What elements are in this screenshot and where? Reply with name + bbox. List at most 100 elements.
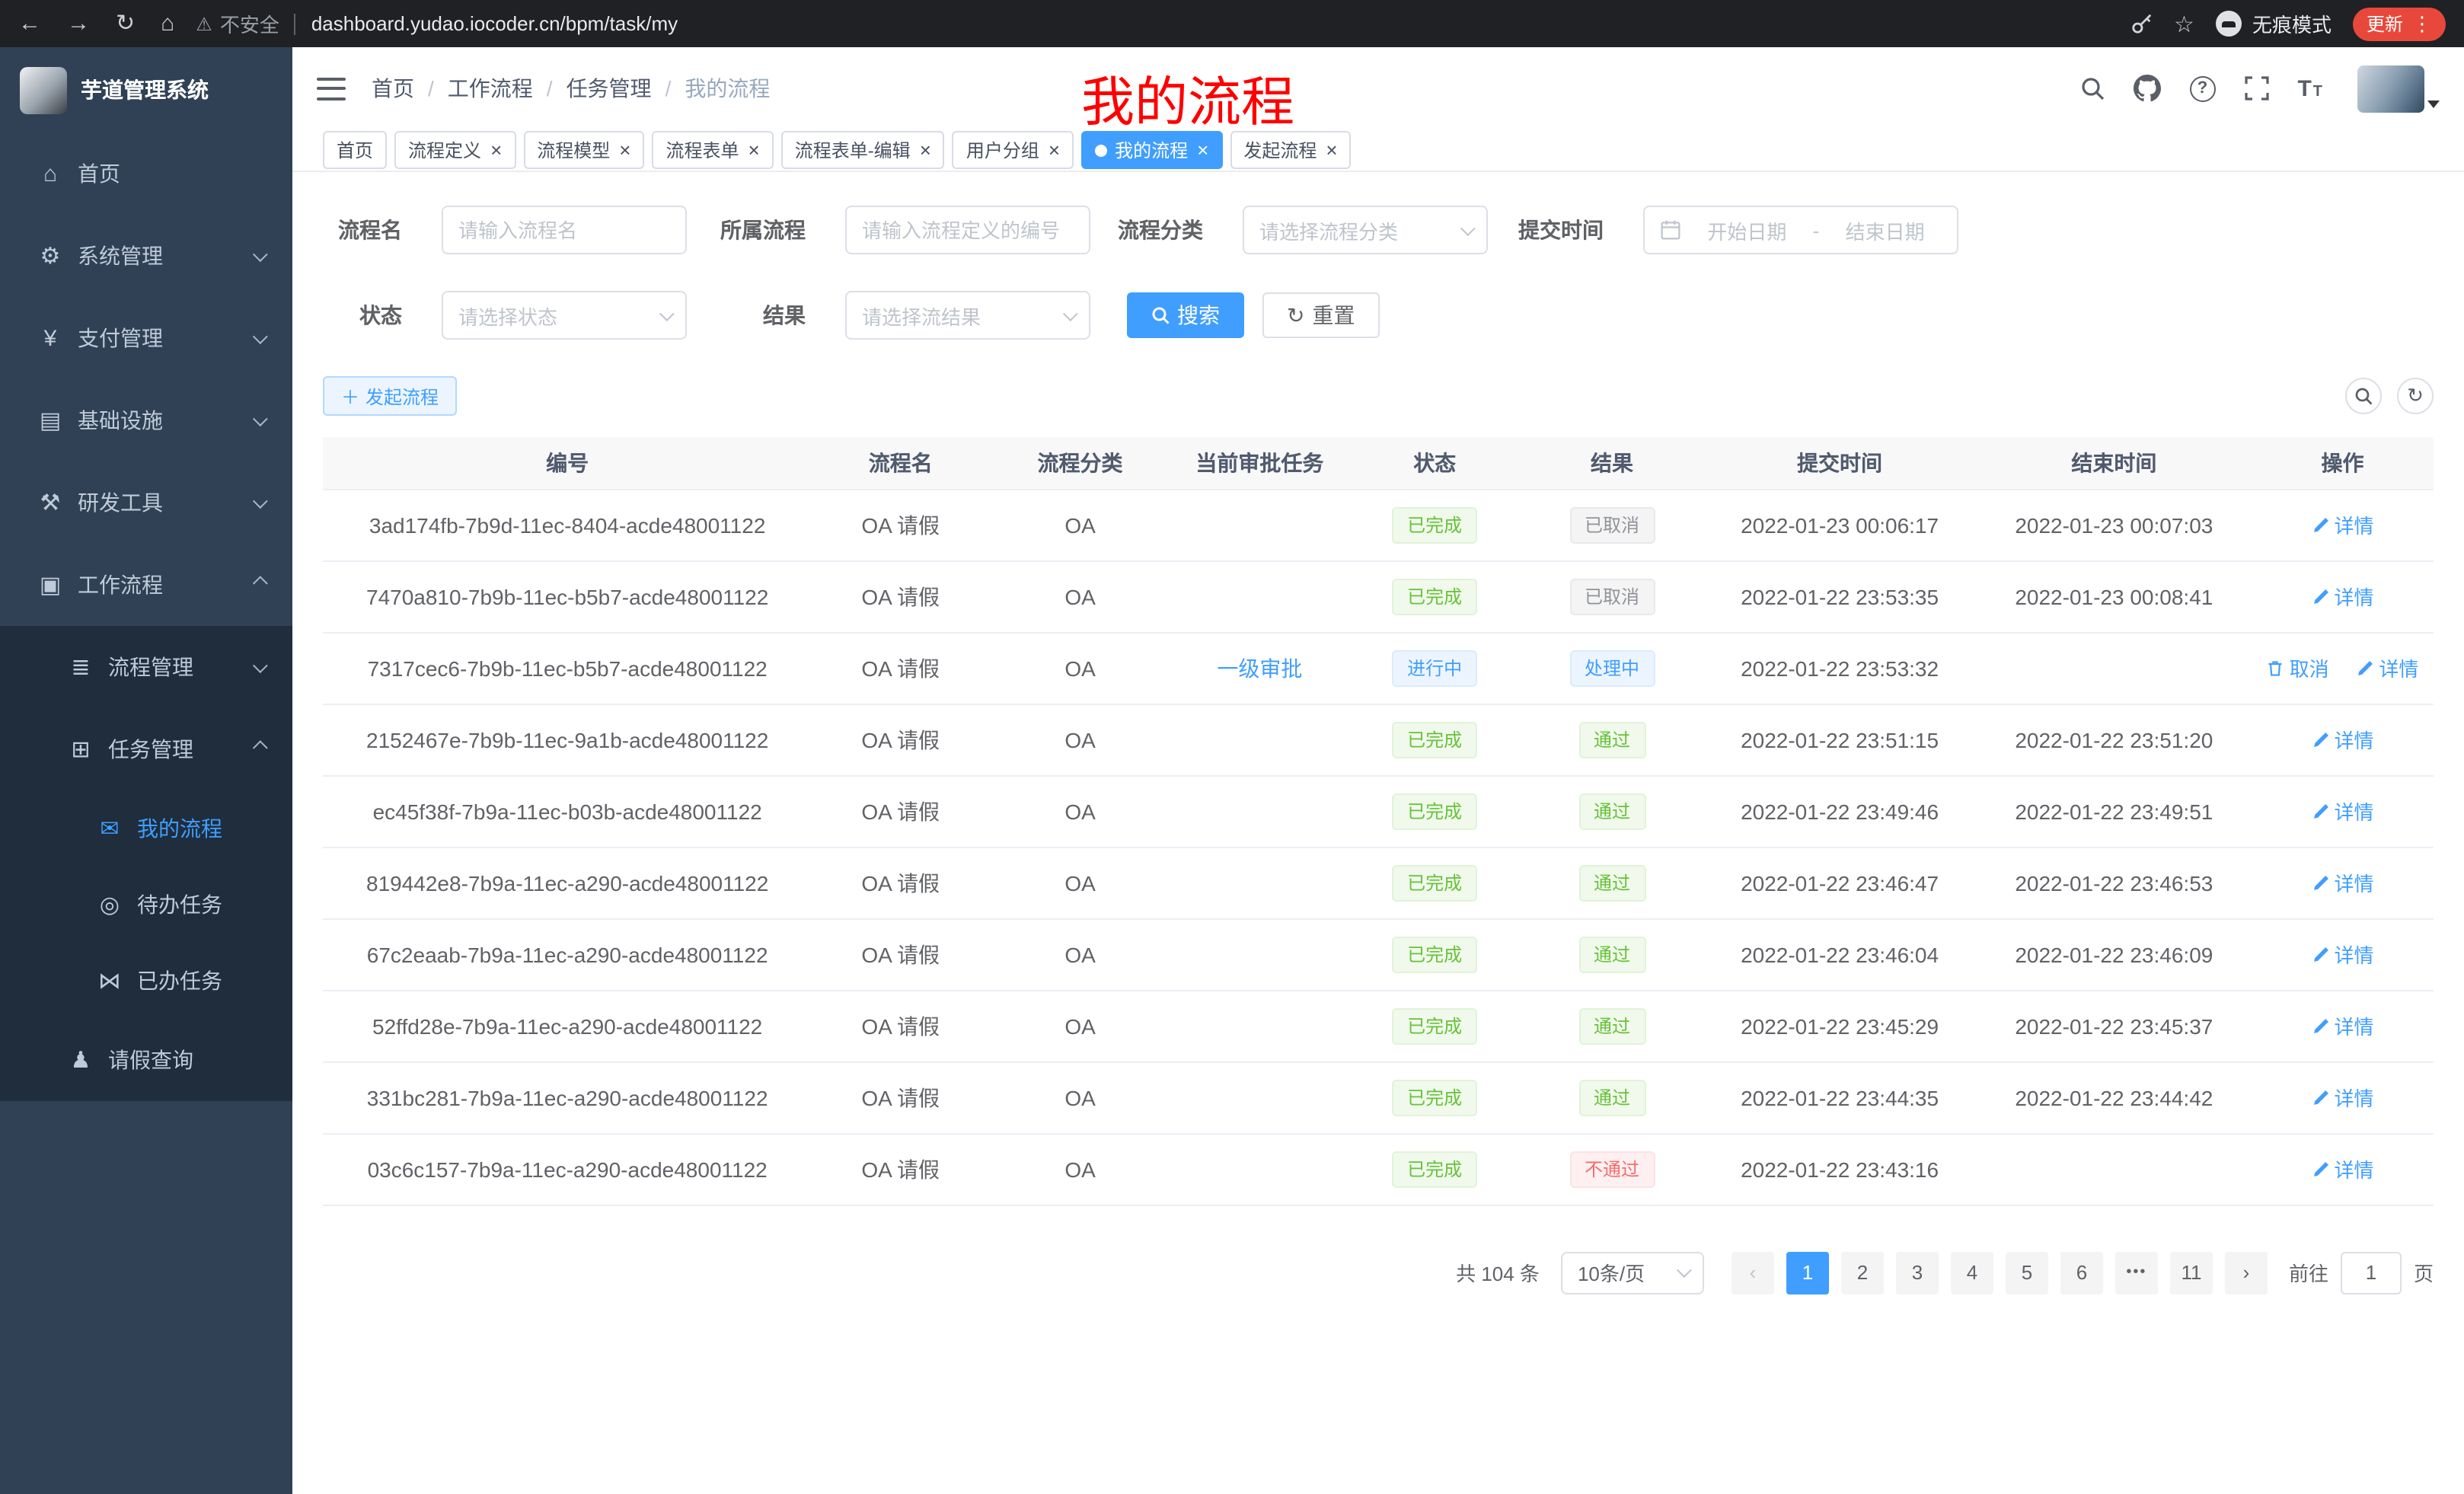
detail-link[interactable]: 详情 [2311, 1154, 2373, 1183]
page-size-select[interactable]: 10条/页 [1561, 1251, 1704, 1294]
sidebar-item[interactable]: ⚒ 研发工具 [0, 461, 292, 544]
result-select[interactable]: 请选择流结果 [845, 291, 1090, 340]
cell-end-time: 2022-01-22 23:45:37 [1977, 990, 2252, 1061]
cell-current-task [1171, 990, 1348, 1061]
tab[interactable]: 用户分组 × [953, 131, 1074, 169]
current-task-link[interactable]: 一级审批 [1217, 656, 1302, 680]
process-definition-input[interactable] [845, 206, 1090, 254]
user-avatar[interactable] [2357, 65, 2424, 112]
reload-icon[interactable]: ↻ [116, 12, 135, 35]
cell-status: 已完成 [1348, 990, 1521, 1061]
tab[interactable]: 流程模型 × [523, 131, 644, 169]
search-button-label: 搜索 [1177, 300, 1220, 330]
goto-page-input[interactable] [2341, 1251, 2402, 1294]
sidebar-item-label: 工作流程 [78, 570, 253, 600]
tab-close-icon[interactable]: × [748, 140, 760, 160]
sidebar-item[interactable]: ⋈ 已办任务 [0, 943, 292, 1019]
status-select[interactable]: 请选择状态 [442, 291, 687, 340]
detail-link[interactable]: 详情 [2311, 582, 2373, 611]
tab-close-icon[interactable]: × [490, 140, 502, 160]
chevron-down-icon [659, 305, 675, 321]
page-button[interactable]: 3 [1896, 1251, 1939, 1294]
tab-close-icon[interactable]: × [1326, 140, 1337, 160]
cell-process-name: OA 请假 [812, 704, 989, 775]
breadcrumb-item[interactable]: 我的流程 / [685, 73, 770, 104]
sidebar-item[interactable]: ▤ 基础设施 [0, 379, 292, 461]
bookmark-star-icon[interactable]: ☆ [2174, 10, 2194, 37]
sidebar-item[interactable]: ✉ 我的流程 [0, 790, 292, 867]
sidebar-item[interactable]: ⚙ 系统管理 [0, 215, 292, 297]
prev-page-button[interactable]: ‹ [1732, 1251, 1774, 1294]
browser-home-icon[interactable]: ⌂ [161, 12, 174, 35]
sidebar-item[interactable]: ⌂ 首页 [0, 132, 292, 215]
tab-close-icon[interactable]: × [1048, 140, 1060, 160]
process-name-input-field[interactable] [458, 219, 670, 241]
status-tag: 已完成 [1392, 1151, 1477, 1187]
address-bar[interactable]: ⚠ 不安全 dashboard.yudao.iocoder.cn/bpm/tas… [196, 9, 2111, 38]
process-name-input[interactable] [442, 206, 687, 254]
tab-close-icon[interactable]: × [1197, 140, 1208, 160]
tab[interactable]: 流程表单 × [652, 131, 773, 169]
update-button[interactable]: 更新 ⋮ [2353, 7, 2446, 40]
detail-link[interactable]: 详情 [2311, 868, 2373, 897]
reset-button[interactable]: ↻ 重置 [1262, 292, 1379, 338]
refresh-table-icon[interactable]: ↻ [2397, 378, 2434, 414]
tab-label: 我的流程 [1115, 137, 1188, 163]
cell-id: 3ad174fb-7b9d-11ec-8404-acde48001122 [323, 489, 812, 560]
sidebar-item[interactable]: ▣ 工作流程 [0, 544, 292, 626]
breadcrumb-item[interactable]: 工作流程 / [448, 73, 567, 104]
page-button[interactable]: 11 [2170, 1251, 2213, 1294]
password-key-icon[interactable] [2130, 12, 2153, 35]
reset-button-label: 重置 [1312, 300, 1355, 330]
category-select[interactable]: 请选择流程分类 [1243, 206, 1488, 254]
sidebar-item[interactable]: ♟ 请假查询 [0, 1019, 292, 1101]
process-definition-input-field[interactable] [862, 219, 1074, 241]
detail-link[interactable]: 详情 [2311, 796, 2373, 825]
tab[interactable]: 首页 [323, 131, 387, 169]
detail-link[interactable]: 详情 [2311, 940, 2373, 969]
cancel-link[interactable]: 取消 [2267, 653, 2329, 682]
breadcrumb-item[interactable]: 首页 / [372, 73, 448, 104]
sidebar-toggle-icon[interactable] [317, 77, 346, 100]
column-header-label: 结束时间 [2071, 451, 2156, 475]
detail-link[interactable]: 详情 [2356, 653, 2418, 682]
filter-row-2: 状态 请选择状态 结果 请选择流结果 搜索 ↻ 重置 [323, 291, 2434, 340]
tab-close-icon[interactable]: × [920, 140, 931, 160]
browser-menu-icon[interactable]: ⋮ [2412, 11, 2432, 36]
breadcrumb-item[interactable]: 任务管理 / [567, 73, 685, 104]
sidebar-item[interactable]: ≣ 流程管理 [0, 626, 292, 708]
cell-actions: 详情 [2252, 990, 2434, 1061]
page-button[interactable]: 5 [2006, 1251, 2048, 1294]
page-button[interactable]: ••• [2115, 1251, 2158, 1294]
page-button[interactable]: 4 [1951, 1251, 1993, 1294]
sidebar-item[interactable]: ¥ 支付管理 [0, 297, 292, 379]
table-tools: ↻ [2345, 378, 2434, 414]
next-page-button[interactable]: › [2225, 1251, 2268, 1294]
sidebar-item-label: 我的流程 [137, 813, 268, 844]
detail-link[interactable]: 详情 [2311, 725, 2373, 754]
page-button[interactable]: 6 [2060, 1251, 2103, 1294]
tab-close-icon[interactable]: × [619, 140, 630, 160]
tab[interactable]: 流程表单-编辑 × [781, 131, 945, 169]
fullscreen-icon[interactable] [2244, 76, 2268, 101]
page-button[interactable]: 1 [1786, 1251, 1829, 1294]
detail-link[interactable]: 详情 [2311, 1083, 2373, 1112]
result-tag: 通过 [1578, 793, 1645, 829]
toggle-search-icon[interactable] [2345, 378, 2382, 414]
detail-link[interactable]: 详情 [2311, 1011, 2373, 1040]
search-button[interactable]: 搜索 [1127, 292, 1244, 338]
forward-icon[interactable]: → [67, 12, 90, 35]
category-select-placeholder: 请选择流程分类 [1259, 215, 1398, 244]
create-process-button[interactable]: ＋ 发起流程 [323, 376, 457, 416]
detail-link[interactable]: 详情 [2311, 510, 2373, 539]
submit-time-range-picker[interactable]: 开始日期 - 结束日期 [1643, 206, 1958, 254]
font-size-icon[interactable]: TT [2297, 75, 2322, 101]
help-icon[interactable]: ? [2189, 75, 2215, 101]
github-icon[interactable] [2133, 75, 2160, 102]
page-button[interactable]: 2 [1841, 1251, 1884, 1294]
back-icon[interactable]: ← [18, 12, 41, 35]
sidebar-item[interactable]: ◎ 待办任务 [0, 867, 292, 943]
sidebar-item[interactable]: ⊞ 任务管理 [0, 708, 292, 790]
tab[interactable]: 流程定义 × [394, 131, 515, 169]
search-icon[interactable] [2079, 76, 2104, 101]
